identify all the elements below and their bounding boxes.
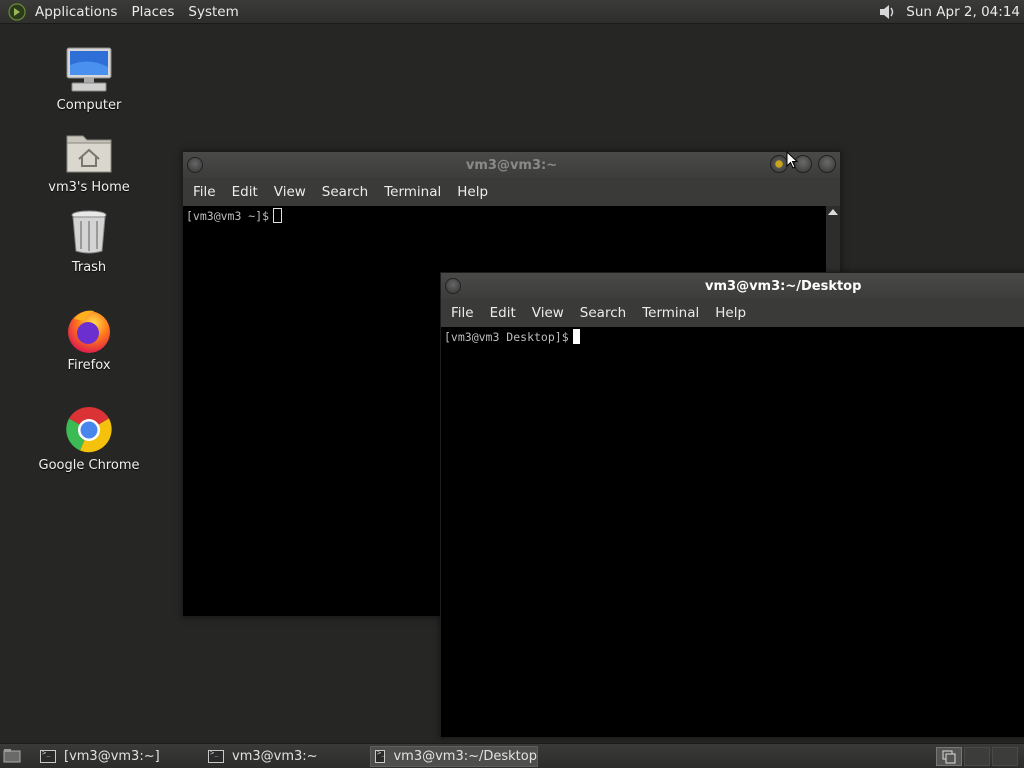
taskbar-item-label: vm3@vm3:~/Desktop	[393, 749, 537, 764]
applications-menu[interactable]: Applications	[28, 4, 124, 20]
taskbar-item-desktop[interactable]: vm3@vm3:~/Desktop	[370, 746, 538, 767]
desktop-icon-label: vm3's Home	[48, 180, 130, 195]
menu-edit[interactable]: Edit	[482, 305, 524, 321]
window-title: vm3@vm3:~	[465, 157, 558, 173]
firefox-icon	[63, 304, 115, 356]
desktop-icon-label: Google Chrome	[38, 458, 140, 473]
menu-terminal[interactable]: Terminal	[376, 184, 449, 200]
window-titlebar[interactable]: vm3@vm3:~/Desktop	[441, 273, 1024, 299]
window-titlebar[interactable]: vm3@vm3:~	[183, 152, 840, 178]
menu-terminal[interactable]: Terminal	[634, 305, 707, 321]
workspace-switcher-1[interactable]	[936, 747, 962, 766]
chrome-icon	[63, 404, 115, 456]
mouse-pointer-icon	[786, 151, 798, 169]
bottom-panel: [vm3@vm3:~] vm3@vm3:~ vm3@vm3:~/Desktop	[0, 743, 1024, 768]
desktop-icon-chrome[interactable]: Google Chrome	[29, 404, 149, 473]
desktop-icon-trash[interactable]: Trash	[29, 206, 149, 275]
menu-help[interactable]: Help	[707, 305, 754, 321]
terminal-icon	[40, 749, 56, 763]
menu-view[interactable]: View	[524, 305, 572, 321]
taskbar-item-home[interactable]: vm3@vm3:~	[204, 746, 364, 767]
desktop-icon-home[interactable]: vm3's Home	[29, 126, 149, 195]
window-menubar: File Edit View Search Terminal Help	[441, 299, 1024, 327]
terminal-window-desktop: vm3@vm3:~/Desktop File Edit View Search …	[440, 272, 1024, 738]
home-folder-icon	[63, 126, 115, 178]
terminal-prompt: [vm3@vm3 ~]$	[186, 209, 270, 223]
menu-help[interactable]: Help	[449, 184, 496, 200]
menu-search[interactable]: Search	[314, 184, 376, 200]
terminal-icon	[375, 749, 386, 763]
taskbar-item-home-minimized[interactable]: [vm3@vm3:~]	[36, 746, 196, 767]
desktop-icon-label: Trash	[71, 260, 107, 275]
terminal-icon	[208, 749, 224, 763]
clock[interactable]: Sun Apr 2, 04:14	[906, 4, 1024, 20]
terminal-output[interactable]: [vm3@vm3 Desktop]$	[441, 327, 1024, 737]
system-menu[interactable]: System	[181, 4, 245, 20]
menu-file[interactable]: File	[443, 305, 482, 321]
taskbar-item-label: vm3@vm3:~	[232, 749, 318, 764]
desktop-icon-computer[interactable]: Computer	[29, 44, 149, 113]
taskbar-item-label: [vm3@vm3:~]	[64, 749, 160, 764]
volume-icon[interactable]	[876, 1, 898, 23]
window-menu-button[interactable]	[445, 278, 461, 294]
menu-edit[interactable]: Edit	[224, 184, 266, 200]
desktop-icon-label: Firefox	[67, 358, 111, 373]
workspace-switcher-2[interactable]	[964, 747, 990, 766]
window-menubar: File Edit View Search Terminal Help	[183, 178, 840, 206]
gnome-foot-icon[interactable]	[6, 1, 28, 23]
menu-view[interactable]: View	[266, 184, 314, 200]
terminal-cursor	[572, 329, 580, 344]
terminal-prompt: [vm3@vm3 Desktop]$	[444, 330, 569, 344]
close-button[interactable]	[818, 155, 836, 173]
trash-icon	[63, 206, 115, 258]
window-menu-button[interactable]	[187, 157, 203, 173]
scroll-up-arrow-icon[interactable]	[828, 209, 838, 215]
menu-search[interactable]: Search	[572, 305, 634, 321]
menu-file[interactable]: File	[185, 184, 224, 200]
desktop-icon-firefox[interactable]: Firefox	[29, 304, 149, 373]
window-title: vm3@vm3:~/Desktop	[705, 278, 862, 294]
top-panel: Applications Places System Sun Apr 2, 04…	[0, 0, 1024, 24]
show-desktop-icon[interactable]	[3, 748, 21, 764]
desktop-icon-label: Computer	[56, 98, 122, 113]
terminal-cursor	[273, 208, 283, 223]
computer-icon	[63, 44, 115, 96]
workspace-switcher-3[interactable]	[992, 747, 1018, 766]
places-menu[interactable]: Places	[124, 4, 181, 20]
